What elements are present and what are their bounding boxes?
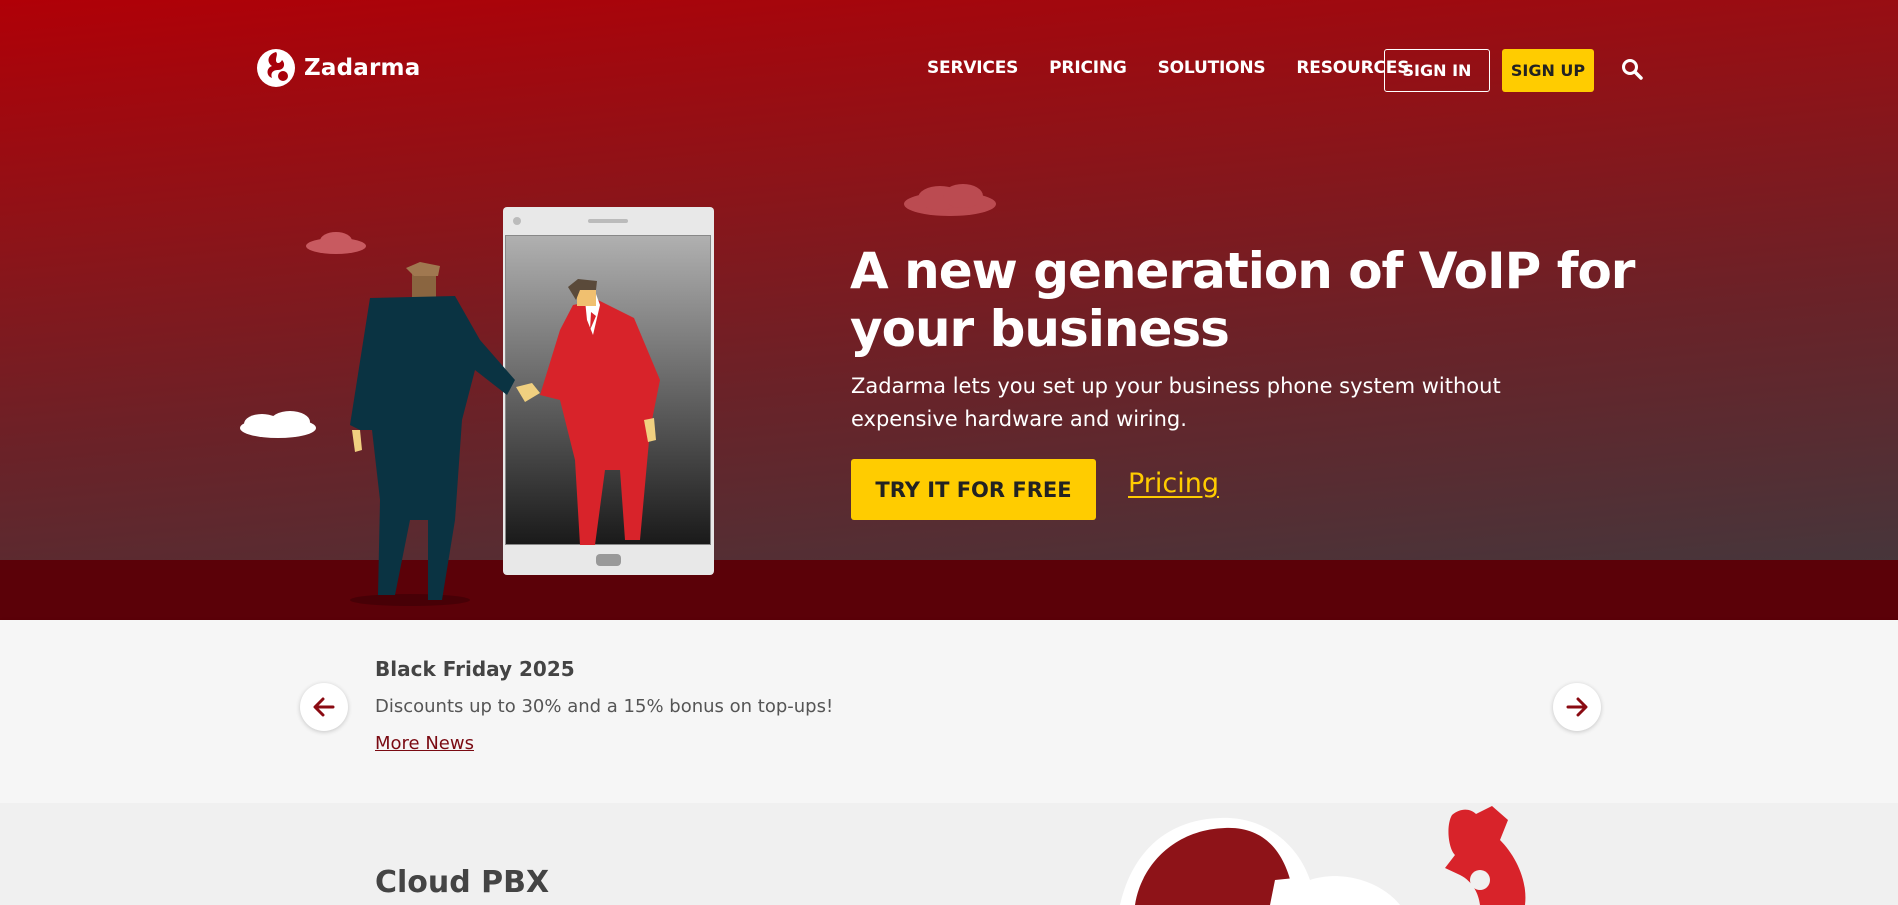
cloud-pbx-illustration <box>1120 806 1526 905</box>
news-text: Discounts up to 30% and a 15% bonus on t… <box>375 696 834 717</box>
nav-services[interactable]: SERVICES <box>927 58 1018 78</box>
search-icon <box>1622 59 1643 80</box>
news-title: Black Friday 2025 <box>375 657 575 681</box>
news-carousel <box>0 620 1898 803</box>
hero-subtitle: Zadarma lets you set up your business ph… <box>851 374 1501 431</box>
nav-solutions[interactable]: SOLUTIONS <box>1158 58 1266 78</box>
cloud-pbx-title: Cloud PBX <box>375 865 550 900</box>
brand-logo[interactable]: Zadarma <box>256 48 420 88</box>
cloud-left <box>306 232 366 254</box>
arrow-left-icon <box>313 697 335 717</box>
pricing-link[interactable]: Pricing <box>1128 468 1219 499</box>
news-next-button[interactable] <box>1553 683 1601 731</box>
try-free-button[interactable]: TRY IT FOR FREE <box>851 459 1096 520</box>
hero-section: Zadarma SERVICES PRICING SOLUTIONS RESOU… <box>0 0 1898 620</box>
main-nav: SERVICES PRICING SOLUTIONS RESOURCES <box>927 58 1409 78</box>
search-button[interactable] <box>1620 58 1644 82</box>
nav-pricing[interactable]: PRICING <box>1049 58 1127 78</box>
more-news-link[interactable]: More News <box>375 733 474 754</box>
brand-name: Zadarma <box>304 55 421 81</box>
arrow-right-icon <box>1566 697 1588 717</box>
news-prev-button[interactable] <box>300 683 348 731</box>
sign-in-button[interactable]: SIGN IN <box>1384 49 1490 92</box>
hero-title: A new generation of VoIP for your busine… <box>850 242 1635 358</box>
zadarma-logo-icon <box>257 49 295 87</box>
sign-up-button[interactable]: SIGN UP <box>1502 49 1594 92</box>
cloud-white <box>240 411 316 438</box>
cloud-top <box>904 184 996 216</box>
